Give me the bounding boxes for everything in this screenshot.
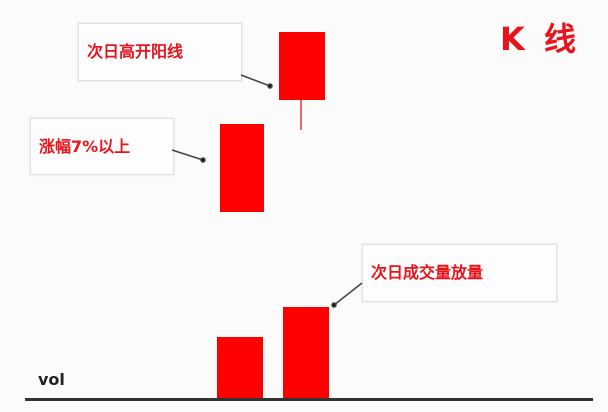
pointer-line (240, 74, 271, 87)
volume-bar-day2 (283, 307, 329, 398)
vol-label: vol (38, 370, 65, 389)
volume-bar-day1 (217, 337, 263, 398)
candle-day2-wick (300, 100, 302, 130)
baseline (25, 398, 593, 401)
candle-day1 (220, 124, 264, 212)
pointer-line (333, 282, 363, 306)
candle-day2 (279, 32, 325, 100)
pointer-line (171, 149, 204, 161)
